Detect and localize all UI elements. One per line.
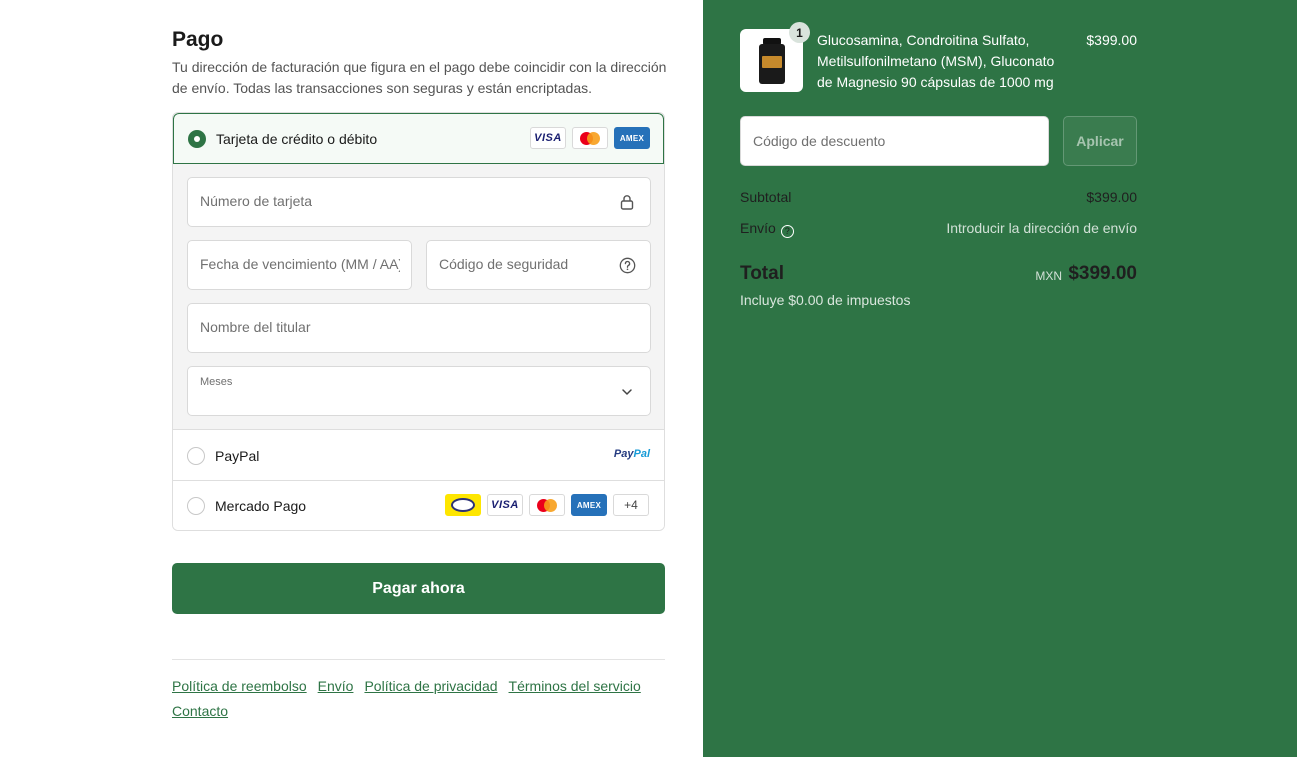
mercadopago-option-label: Mercado Pago bbox=[215, 498, 307, 514]
pay-now-button[interactable]: Pagar ahora bbox=[172, 563, 665, 614]
contact-link[interactable]: Contacto bbox=[172, 703, 228, 719]
expiry-input[interactable]: Fecha de vencimiento (MM / AA) bbox=[187, 240, 412, 290]
paypal-option-label: PayPal bbox=[215, 448, 260, 464]
card-number-input[interactable]: Número de tarjeta bbox=[187, 177, 651, 227]
months-select[interactable]: Meses bbox=[187, 366, 651, 416]
expiry-placeholder: Fecha de vencimiento (MM / AA) bbox=[200, 256, 400, 272]
mastercard-icon bbox=[572, 127, 608, 149]
paypal-radio[interactable] bbox=[187, 447, 205, 465]
holder-name-placeholder: Nombre del titular bbox=[200, 319, 311, 335]
shipping-value: Introducir la dirección de envío bbox=[946, 220, 1137, 236]
amex-icon: AMEX bbox=[571, 494, 607, 516]
footer-divider bbox=[172, 659, 665, 660]
shipping-link[interactable]: Envío bbox=[318, 678, 354, 694]
privacy-policy-link[interactable]: Política de privacidad bbox=[364, 678, 497, 694]
quantity-badge: 1 bbox=[789, 22, 810, 43]
months-label: Meses bbox=[200, 376, 233, 388]
payment-option-paypal[interactable]: PayPal PayPal bbox=[173, 430, 664, 481]
chevron-down-icon bbox=[618, 383, 636, 401]
product-name: Glucosamina, Condroitina Sulfato, Metils… bbox=[817, 32, 1055, 90]
card-form: Número de tarjeta Fecha de vencimiento (… bbox=[173, 164, 664, 430]
terms-of-service-link[interactable]: Términos del servicio bbox=[509, 678, 641, 694]
lock-icon bbox=[618, 193, 636, 211]
help-circle-icon[interactable]: ? bbox=[780, 225, 794, 238]
product-price: $399.00 bbox=[1086, 32, 1137, 48]
card-radio[interactable] bbox=[188, 130, 206, 148]
security-code-input[interactable]: Código de seguridad bbox=[426, 240, 651, 290]
subtotal-label: Subtotal bbox=[740, 189, 792, 205]
security-code-placeholder: Código de seguridad bbox=[439, 256, 569, 272]
payment-option-mercadopago[interactable]: Mercado Pago VISA AMEX +4 bbox=[173, 481, 664, 530]
total-label: Total bbox=[740, 263, 784, 284]
more-methods-badge: +4 bbox=[613, 494, 649, 516]
mercadopago-logo-icon bbox=[445, 494, 481, 516]
apply-discount-button[interactable]: Aplicar bbox=[1063, 116, 1137, 166]
discount-code-placeholder: Código de descuento bbox=[753, 133, 886, 149]
order-summary bbox=[703, 0, 1297, 757]
footer-links: Política de reembolso Envío Política de pr… bbox=[172, 674, 672, 724]
shipping-label: Envío bbox=[740, 220, 776, 236]
payment-description: Tu dirección de facturación que figura e… bbox=[172, 59, 667, 96]
mercadopago-radio[interactable] bbox=[187, 497, 205, 515]
card-number-placeholder: Número de tarjeta bbox=[200, 193, 313, 209]
payment-title: Pago bbox=[172, 28, 224, 51]
amex-icon: AMEX bbox=[614, 127, 650, 149]
total-value: $399.00 bbox=[1068, 263, 1137, 284]
help-circle-icon[interactable] bbox=[618, 256, 636, 274]
refund-policy-link[interactable]: Política de reembolso bbox=[172, 678, 307, 694]
subtotal-value: $399.00 bbox=[1086, 189, 1137, 205]
visa-icon: VISA bbox=[487, 494, 523, 516]
payment-option-card[interactable]: Tarjeta de crédito o débito VISA AMEX bbox=[173, 113, 664, 164]
card-option-label: Tarjeta de crédito o débito bbox=[216, 131, 378, 147]
total-currency: MXN bbox=[1035, 269, 1062, 283]
payment-methods: Tarjeta de crédito o débito VISA AMEX Nú… bbox=[172, 112, 665, 531]
checkout-main: Pago Tu dirección de facturación que fig… bbox=[0, 0, 703, 757]
paypal-logo-icon: PayPal bbox=[613, 448, 650, 460]
supplement-bottle-icon bbox=[759, 38, 785, 84]
visa-icon: VISA bbox=[530, 127, 566, 149]
tax-note: Incluye $0.00 de impuestos bbox=[740, 292, 911, 308]
holder-name-input[interactable]: Nombre del titular bbox=[187, 303, 651, 353]
shipping-label-wrap: Envío? bbox=[740, 220, 794, 238]
mastercard-icon bbox=[529, 494, 565, 516]
discount-code-input[interactable]: Código de descuento bbox=[740, 116, 1049, 166]
